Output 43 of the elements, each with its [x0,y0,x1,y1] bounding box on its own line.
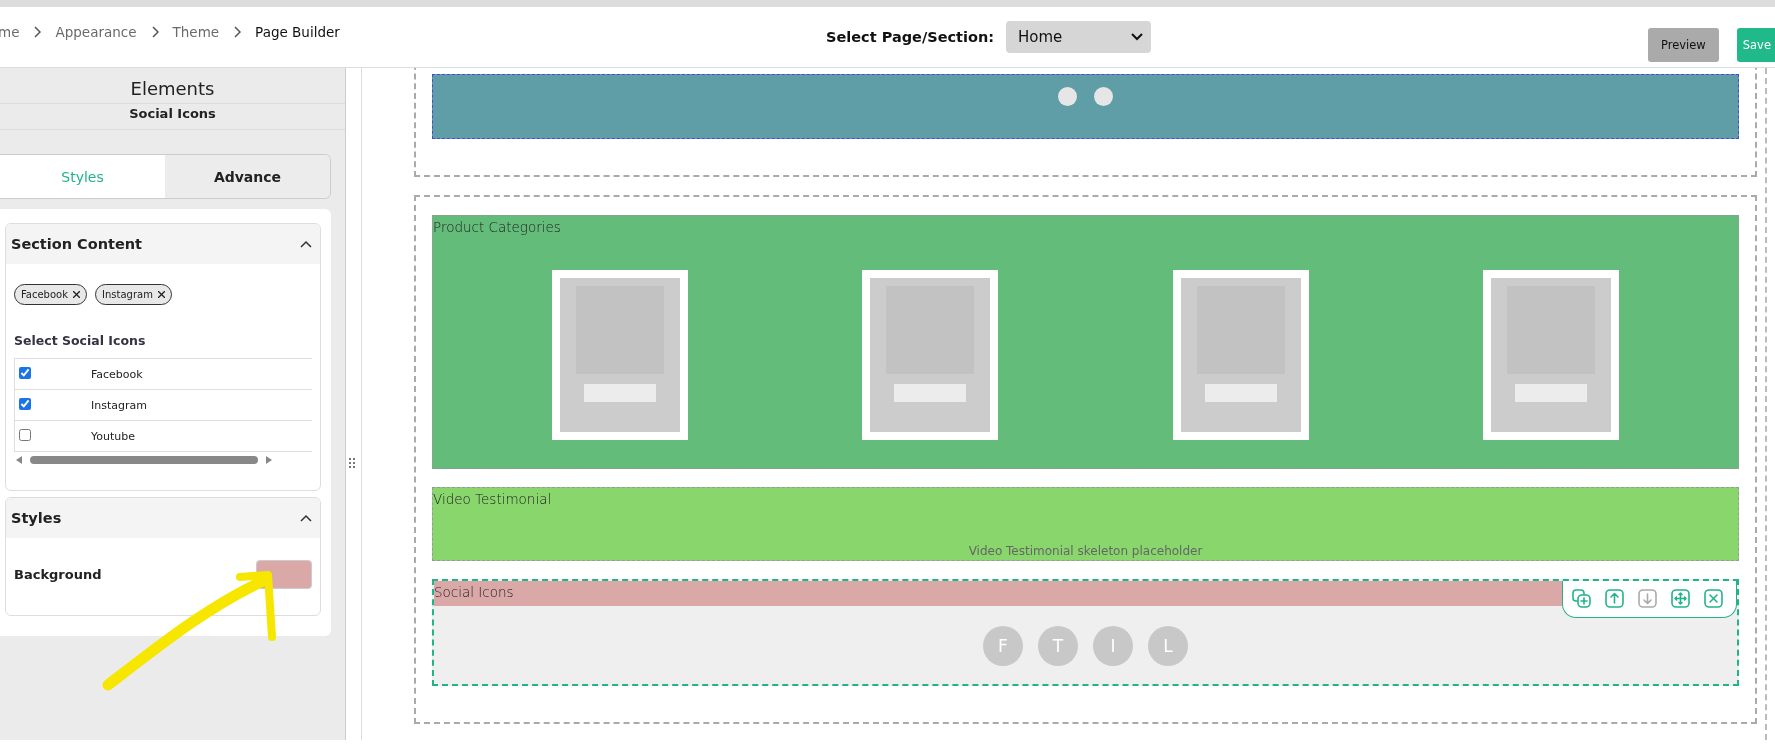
page-select-label: Select Page/Section: [826,29,995,45]
move-icon[interactable] [1670,588,1691,609]
tag-chip[interactable]: Facebook [14,284,87,305]
option-label: Instagram [91,398,147,412]
accordion-header[interactable]: Styles [6,498,320,538]
panel-subtitle: Social Icons [0,104,345,130]
tag-chip[interactable]: Instagram [95,284,172,305]
video-testimonial-block[interactable]: Video Testimonial Video Testimonial skeleton placeholder [432,487,1739,561]
checkbox[interactable] [19,428,31,441]
arrow-up-icon[interactable] [1604,588,1625,609]
chevron-down-icon [1131,33,1144,41]
block-title: Social Icons [434,583,514,600]
drag-handle-icon[interactable] [349,458,356,469]
chevron-up-icon[interactable] [300,514,312,522]
page-select[interactable]: Home [1006,21,1152,53]
preview-button[interactable]: Preview [1648,28,1719,62]
chevron-right-icon [233,26,242,38]
field-label: Background [14,567,102,582]
option-label: Facebook [91,367,143,381]
close-icon[interactable] [73,291,80,298]
checkbox[interactable] [19,397,31,410]
duplicate-icon[interactable] [1571,588,1592,609]
product-categories-block[interactable]: Product Categories [432,215,1739,469]
slider-dot[interactable] [1058,87,1077,106]
block-title: Product Categories [433,218,561,235]
slider-dot[interactable] [1094,87,1113,106]
accordion-title: Styles [11,510,62,526]
panel-title: Elements [0,78,345,104]
option-label: Youtube [91,429,135,443]
placeholder-text: Video Testimonial skeleton placeholder [967,544,1204,558]
horizontal-scrollbar[interactable] [14,454,274,466]
accordion-title: Section Content [11,236,143,252]
block-title: Video Testimonial [433,490,552,507]
field-label: Select Social Icons [14,333,147,348]
accordion-header[interactable]: Section Content [6,224,320,264]
breadcrumb-link[interactable]: me [0,24,20,40]
breadcrumb-link[interactable]: Appearance [55,24,137,40]
chevron-right-icon [150,26,159,38]
chevron-right-icon [33,26,42,38]
close-icon[interactable] [157,291,165,298]
chevron-up-icon[interactable] [300,240,312,248]
breadcrumb-link[interactable]: Theme [172,24,220,40]
checkbox[interactable] [19,366,31,379]
